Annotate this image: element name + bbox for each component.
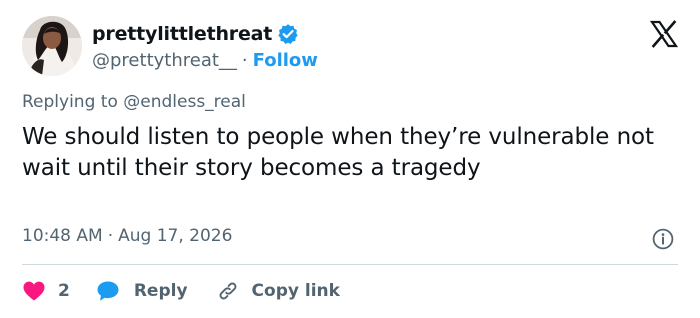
author-handle[interactable]: @prettythreat__	[92, 50, 237, 71]
tweet-text: We should listen to people when they’re …	[22, 124, 654, 181]
speech-bubble-icon	[97, 281, 119, 301]
action-bar: 2 Reply Copy link	[22, 276, 340, 306]
like-button[interactable]: 2	[22, 280, 70, 302]
author-name-row: prettylittlethreat	[92, 20, 299, 48]
heart-icon	[23, 281, 45, 301]
tweet-time: 10:48 AM	[22, 226, 103, 246]
tweet-timestamp[interactable]: 10:48 AM · Aug 17, 2026	[22, 226, 232, 246]
handle-separator: ·	[241, 49, 248, 71]
reply-mention-link[interactable]: @endless_real	[123, 92, 246, 112]
divider	[22, 264, 678, 265]
reply-button[interactable]: Reply	[96, 280, 188, 302]
info-icon[interactable]	[652, 228, 674, 250]
reply-context: Replying to @endless_real	[22, 92, 246, 112]
tweet-date: Aug 17, 2026	[118, 226, 233, 246]
copy-link-button[interactable]: Copy link	[216, 279, 340, 303]
reply-label: Reply	[133, 281, 188, 301]
author-handle-row: @prettythreat__ · Follow	[92, 47, 318, 73]
follow-button[interactable]: Follow	[253, 50, 318, 71]
author-display-name[interactable]: prettylittlethreat	[92, 23, 272, 45]
avatar-image	[22, 16, 82, 76]
timestamp-separator: ·	[107, 226, 114, 246]
avatar[interactable]	[22, 16, 82, 76]
x-logo-icon[interactable]	[649, 20, 679, 48]
verified-badge-icon[interactable]	[277, 23, 299, 45]
replying-to-label: Replying to	[22, 92, 118, 112]
tweet-card: prettylittlethreat @prettythreat__ · Fol…	[0, 0, 700, 318]
copy-link-label: Copy link	[251, 281, 340, 301]
like-count: 2	[58, 281, 70, 301]
link-icon	[219, 282, 236, 300]
